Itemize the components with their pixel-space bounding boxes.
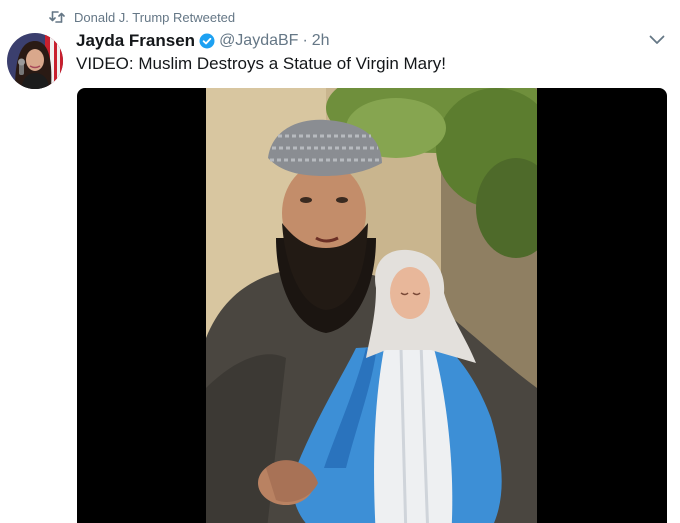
verified-badge-icon bbox=[199, 33, 215, 49]
retweet-context: Donald J. Trump Retweeted bbox=[49, 8, 235, 26]
author-display-name[interactable]: Jayda Fransen bbox=[76, 31, 195, 51]
tweet-menu-button[interactable] bbox=[648, 34, 666, 48]
header-separator: · bbox=[302, 32, 308, 49]
author-handle[interactable]: @JaydaBF bbox=[219, 32, 298, 50]
avatar[interactable] bbox=[7, 33, 63, 89]
tweet-timestamp[interactable]: 2h bbox=[312, 32, 330, 50]
chevron-down-icon bbox=[649, 32, 665, 50]
tweet-text: VIDEO: Muslim Destroys a Statue of Virgi… bbox=[76, 54, 447, 73]
tweet-header: Jayda Fransen @JaydaBF · 2h bbox=[76, 30, 330, 52]
retweet-context-text[interactable]: Donald J. Trump Retweeted bbox=[74, 10, 235, 25]
tweet: Donald J. Trump Retweeted Jayda Fransen … bbox=[0, 0, 680, 523]
retweet-icon bbox=[49, 10, 65, 24]
video-frame-image bbox=[206, 88, 537, 523]
tweet-video[interactable] bbox=[77, 88, 667, 523]
